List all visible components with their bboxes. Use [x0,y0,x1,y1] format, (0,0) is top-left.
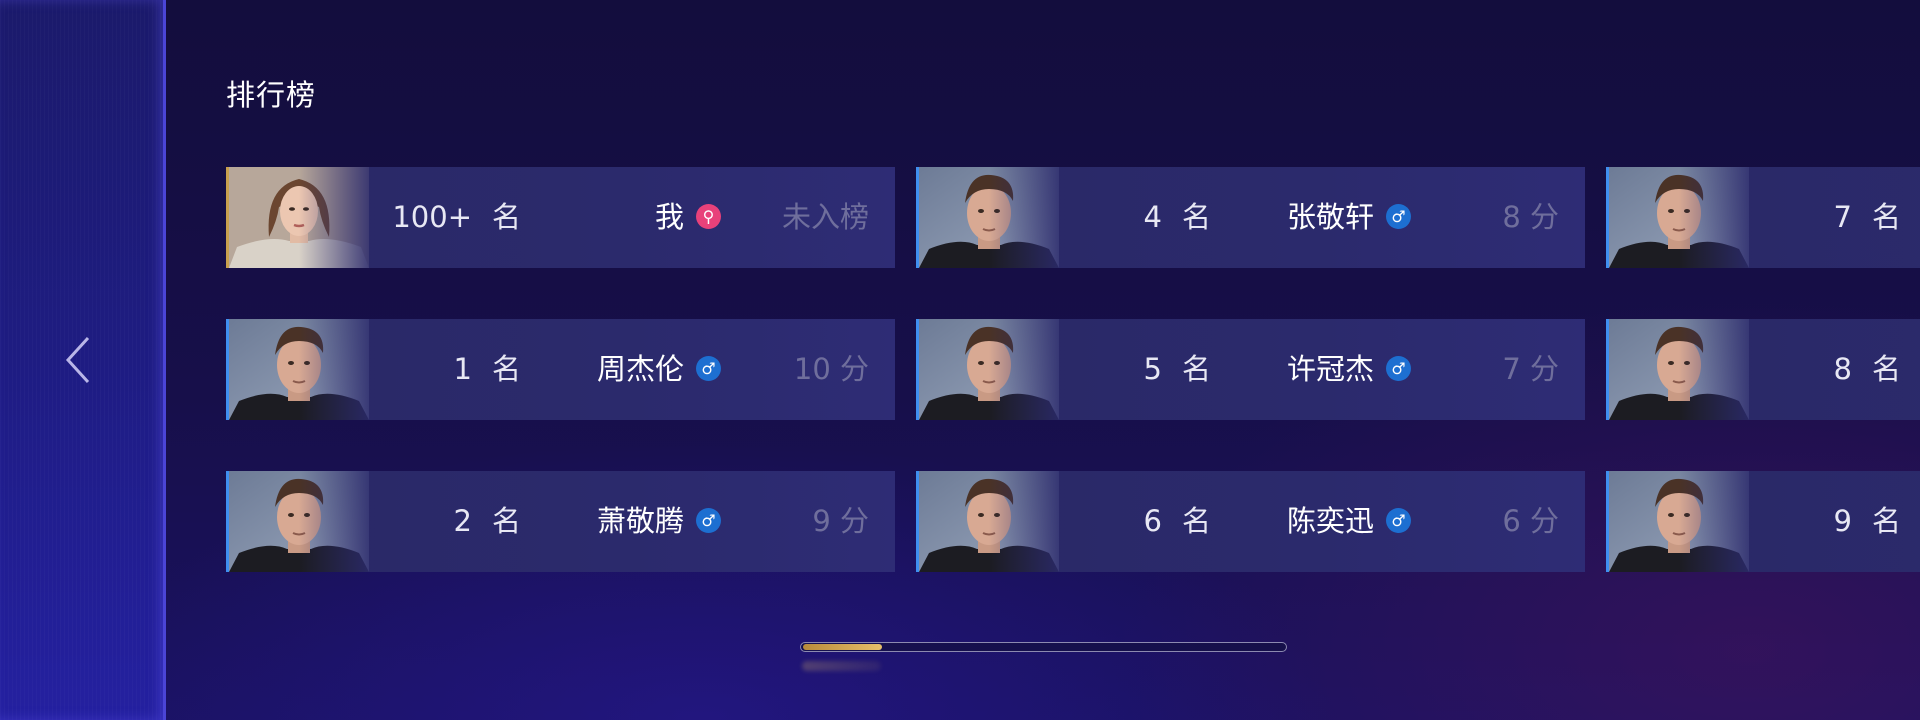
player-name: 陈奕迅 [1286,504,1374,538]
male-icon: ♂ [696,508,721,533]
name-wrap: 萧敬腾 [226,471,684,572]
player-name: 我 [654,200,684,234]
leaderboard-grid: 100+ 名 我 ⚲ 未入榜 1 名 周杰伦 ♂ 10 分 2 名 萧敬腾 ♂ … [226,167,1920,573]
male-icon: ♂ [1386,204,1411,229]
name-wrap: 陈奕迅 [916,471,1374,572]
ranking-card-2[interactable]: 2 名 萧敬腾 ♂ 9 分 [226,471,895,572]
name-wrap: 周杰伦 [226,319,684,420]
ranking-card-1[interactable]: 1 名 周杰伦 ♂ 10 分 [226,319,895,420]
ranking-card-9[interactable]: 9 名 [1606,471,1920,572]
score: 8 分 [1502,200,1559,234]
ranking-card-7[interactable]: 7 名 [1606,167,1920,268]
score: 10 分 [793,352,869,386]
ranking-card-6[interactable]: 6 名 陈奕迅 ♂ 6 分 [916,471,1585,572]
left-sidebar [0,0,166,720]
ranking-card-8[interactable]: 8 名 [1606,319,1920,420]
name-wrap: 张敬轩 [916,167,1374,268]
score: 7 分 [1502,352,1559,386]
scroll-thumb[interactable] [803,644,882,650]
name-wrap [1606,167,1920,268]
ranking-card-100+[interactable]: 100+ 名 我 ⚲ 未入榜 [226,167,895,268]
male-icon: ♂ [696,356,721,381]
name-wrap: 我 [226,167,684,268]
male-icon: ♂ [1386,508,1411,533]
player-name: 周杰伦 [596,352,684,386]
chevron-left-icon [65,336,90,384]
ranking-card-4[interactable]: 4 名 张敬轩 ♂ 8 分 [916,167,1585,268]
player-name: 萧敬腾 [596,504,684,538]
name-wrap [1606,471,1920,572]
male-icon: ♂ [1386,356,1411,381]
name-wrap [1606,319,1920,420]
score: 未入榜 [781,200,869,234]
score: 9 分 [812,504,869,538]
female-icon: ⚲ [696,204,721,229]
score: 6 分 [1502,504,1559,538]
horizontal-scrollbar[interactable] [800,642,1287,652]
player-name: 张敬轩 [1286,200,1374,234]
name-wrap: 许冠杰 [916,319,1374,420]
back-button[interactable] [60,330,100,390]
player-name: 许冠杰 [1286,352,1374,386]
page-title: 排行榜 [226,78,317,112]
ranking-card-5[interactable]: 5 名 许冠杰 ♂ 7 分 [916,319,1585,420]
scroll-glow [802,661,881,671]
